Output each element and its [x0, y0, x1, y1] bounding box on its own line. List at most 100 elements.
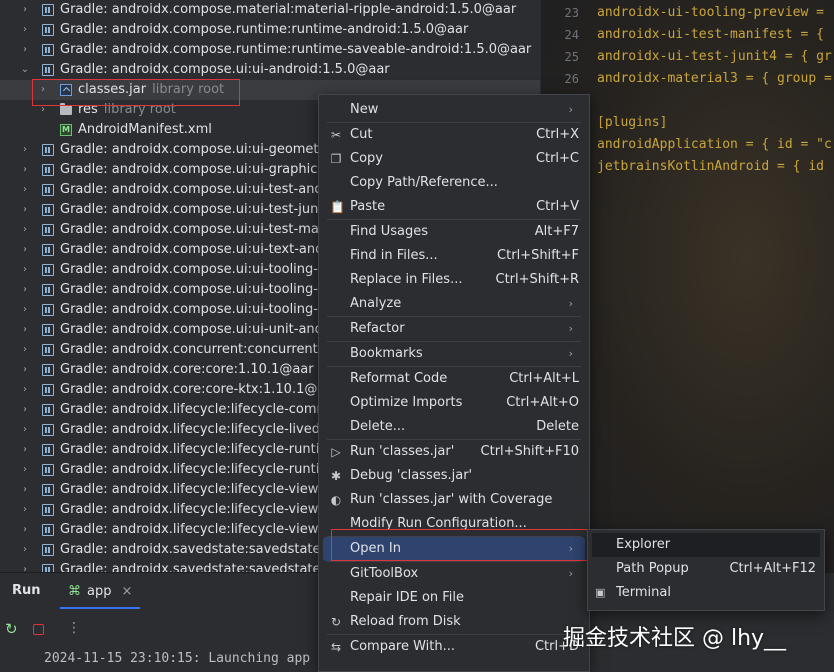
tree-row-text: Gradle: androidx.savedstate:savedstate- [60, 562, 326, 572]
library-icon [42, 444, 54, 456]
chevron-right-icon[interactable]: › [20, 440, 30, 460]
library-icon [42, 204, 54, 216]
chevron-right-icon[interactable]: › [20, 160, 30, 180]
chevron-right-icon[interactable]: › [20, 200, 30, 220]
menu-item-run-classes-jar-with-coverage[interactable]: ◐ Run 'classes.jar' with Coverage [323, 488, 585, 512]
chevron-right-icon[interactable]: › [20, 0, 30, 20]
tree-row-label: Gradle: androidx.savedstate:savedstate- [60, 560, 325, 572]
menu-item-find-usages[interactable]: Find Usages Alt+F7 [323, 220, 585, 244]
rerun-icon[interactable]: ↻ [5, 620, 18, 638]
tree-row-text: Gradle: androidx.compose.ui:ui-tooling-p [60, 302, 327, 317]
tree-row-text: Gradle: androidx.lifecycle:lifecycle-run… [60, 442, 332, 457]
tree-row[interactable]: › Gradle: androidx.compose.material:mater… [0, 0, 540, 20]
menu-item-compare-with[interactable]: ⇆ Compare With... Ctrl+D [323, 635, 585, 659]
menu-item-optimize-imports[interactable]: Optimize Imports Ctrl+Alt+O [323, 391, 585, 415]
tree-row-label: Gradle: androidx.lifecycle:lifecycle-vie… [60, 480, 331, 500]
chevron-right-icon[interactable]: › [20, 40, 30, 60]
tree-row[interactable]: › Gradle: androidx.compose.runtime:runtim… [0, 20, 540, 40]
chevron-right-icon[interactable]: › [20, 240, 30, 260]
chevron-right-icon[interactable]: › [20, 560, 30, 572]
menu-item-bookmarks[interactable]: Bookmarks › [323, 342, 585, 366]
library-icon [42, 284, 54, 296]
menu-item-debug-classes-jar[interactable]: ✱ Debug 'classes.jar' [323, 464, 585, 488]
menu-item-refactor[interactable]: Refactor › [323, 317, 585, 341]
menu-item-delete[interactable]: Delete... Delete [323, 415, 585, 439]
run-tab-app[interactable]: ⌘ app × [60, 577, 141, 609]
menu-item-reformat-code[interactable]: Reformat Code Ctrl+Alt+L [323, 367, 585, 391]
android-icon: ⌘ [68, 584, 81, 599]
chevron-right-icon[interactable]: › [20, 540, 30, 560]
submenu-item-path-popup[interactable]: Path Popup Ctrl+Alt+F12 [592, 557, 820, 581]
tree-row-label: Gradle: androidx.compose.ui:ui-test-andr [60, 180, 328, 200]
chevron-right-icon[interactable]: › [20, 220, 30, 240]
chevron-right-icon[interactable]: › [20, 400, 30, 420]
library-icon [42, 424, 54, 436]
more-options-icon[interactable]: ⋮ [67, 620, 81, 636]
terminal-icon: ▣ [595, 586, 606, 599]
menu-item-label: Copy [350, 151, 383, 166]
chevron-right-icon[interactable]: › [20, 300, 30, 320]
tree-row[interactable]: › Gradle: androidx.compose.runtime:runtim… [0, 40, 540, 60]
menu-item-cut[interactable]: ✂ Cut Ctrl+X [323, 123, 585, 147]
tree-row[interactable]: ⌄ Gradle: androidx.compose.ui:ui-android:… [0, 60, 540, 80]
menu-item-paste[interactable]: 📋 Paste Ctrl+V [323, 195, 585, 219]
tree-row-label: Gradle: androidx.lifecycle:lifecycle-run… [60, 460, 332, 480]
code-line: androidx-material3 = { group = [597, 71, 832, 86]
menu-item-label: Delete... [350, 419, 406, 434]
library-icon [42, 564, 54, 572]
line-number: 26 [564, 72, 579, 86]
chevron-right-icon[interactable]: › [20, 520, 30, 540]
chevron-right-icon[interactable]: › [20, 360, 30, 380]
chevron-right-icon[interactable]: › [20, 340, 30, 360]
menu-item-label: Analyze [350, 296, 402, 311]
copy-icon: ❐ [330, 152, 342, 166]
menu-item-replace-in-files[interactable]: Replace in Files... Ctrl+Shift+R [323, 268, 585, 292]
menu-item-repair-ide-on-file[interactable]: Repair IDE on File [323, 586, 585, 610]
library-icon [42, 24, 54, 36]
menu-item-analyze[interactable]: Analyze › [323, 292, 585, 316]
tree-row-text: Gradle: androidx.savedstate:savedstate:1 [60, 542, 334, 557]
menu-item-copy[interactable]: ❐ Copy Ctrl+C [323, 147, 585, 171]
chevron-right-icon[interactable]: › [20, 500, 30, 520]
library-icon [42, 344, 54, 356]
chevron-right-icon[interactable]: › [20, 480, 30, 500]
tree-row-text: Gradle: androidx.compose.ui:ui-tooling-d [60, 282, 327, 297]
menu-item-new[interactable]: New › [323, 98, 585, 122]
tree-row-label: Gradle: androidx.compose.ui:ui-graphics- [60, 160, 329, 180]
chevron-right-icon[interactable]: › [20, 380, 30, 400]
menu-item-reload-from-disk[interactable]: ↻ Reload from Disk [323, 610, 585, 634]
stop-icon[interactable] [33, 624, 44, 635]
tree-row-label: Gradle: androidx.compose.ui:ui-tooling-a [60, 260, 326, 280]
submenu-item-terminal[interactable]: ▣ Terminal [592, 581, 820, 605]
menu-item-shortcut: Ctrl+C [535, 151, 579, 166]
run-icon: ▷ [331, 445, 341, 459]
tree-row-text: Gradle: androidx.lifecycle:lifecycle-run… [60, 462, 332, 477]
library-icon [42, 4, 54, 16]
chevron-right-icon[interactable]: › [20, 180, 30, 200]
tree-row-text: Gradle: androidx.compose.ui:ui-android:1… [60, 62, 390, 77]
menu-item-find-in-files[interactable]: Find in Files... Ctrl+Shift+F [323, 244, 585, 268]
chevron-right-icon[interactable]: › [20, 320, 30, 340]
submenu-item-explorer[interactable]: Explorer [592, 533, 820, 557]
chevron-right-icon[interactable]: › [20, 280, 30, 300]
tree-row-label: Gradle: androidx.compose.material:materi… [60, 0, 516, 20]
chevron-right-icon[interactable]: › [20, 20, 30, 40]
chevron-right-icon[interactable]: › [20, 420, 30, 440]
submenu-item-label: Path Popup [616, 561, 689, 576]
folder-icon [60, 103, 72, 115]
chevron-right-icon[interactable]: › [20, 260, 30, 280]
chevron-right-icon[interactable]: › [20, 140, 30, 160]
close-icon[interactable]: × [121, 584, 132, 599]
compare-icon: ⇆ [330, 640, 342, 654]
chevron-right-icon[interactable]: › [20, 460, 30, 480]
tree-row-text: Gradle: androidx.compose.ui:ui-unit-andr [60, 322, 329, 337]
tree-row-text: Gradle: androidx.lifecycle:lifecycle-vie… [60, 482, 332, 497]
menu-item-gittoolbox[interactable]: GitToolBox › [323, 562, 585, 586]
menu-item-run-classes-jar[interactable]: ▷ Run 'classes.jar' Ctrl+Shift+F10 [323, 440, 585, 464]
library-icon [42, 524, 54, 536]
library-icon [42, 164, 54, 176]
tree-row-text: Gradle: androidx.compose.ui:ui-test-juni… [60, 202, 328, 217]
chevron-down-icon[interactable]: ⌄ [20, 60, 30, 80]
tree-row-label: Gradle: androidx.lifecycle:lifecycle-com… [60, 400, 329, 420]
menu-item-copy-path-reference[interactable]: Copy Path/Reference... [323, 171, 585, 195]
